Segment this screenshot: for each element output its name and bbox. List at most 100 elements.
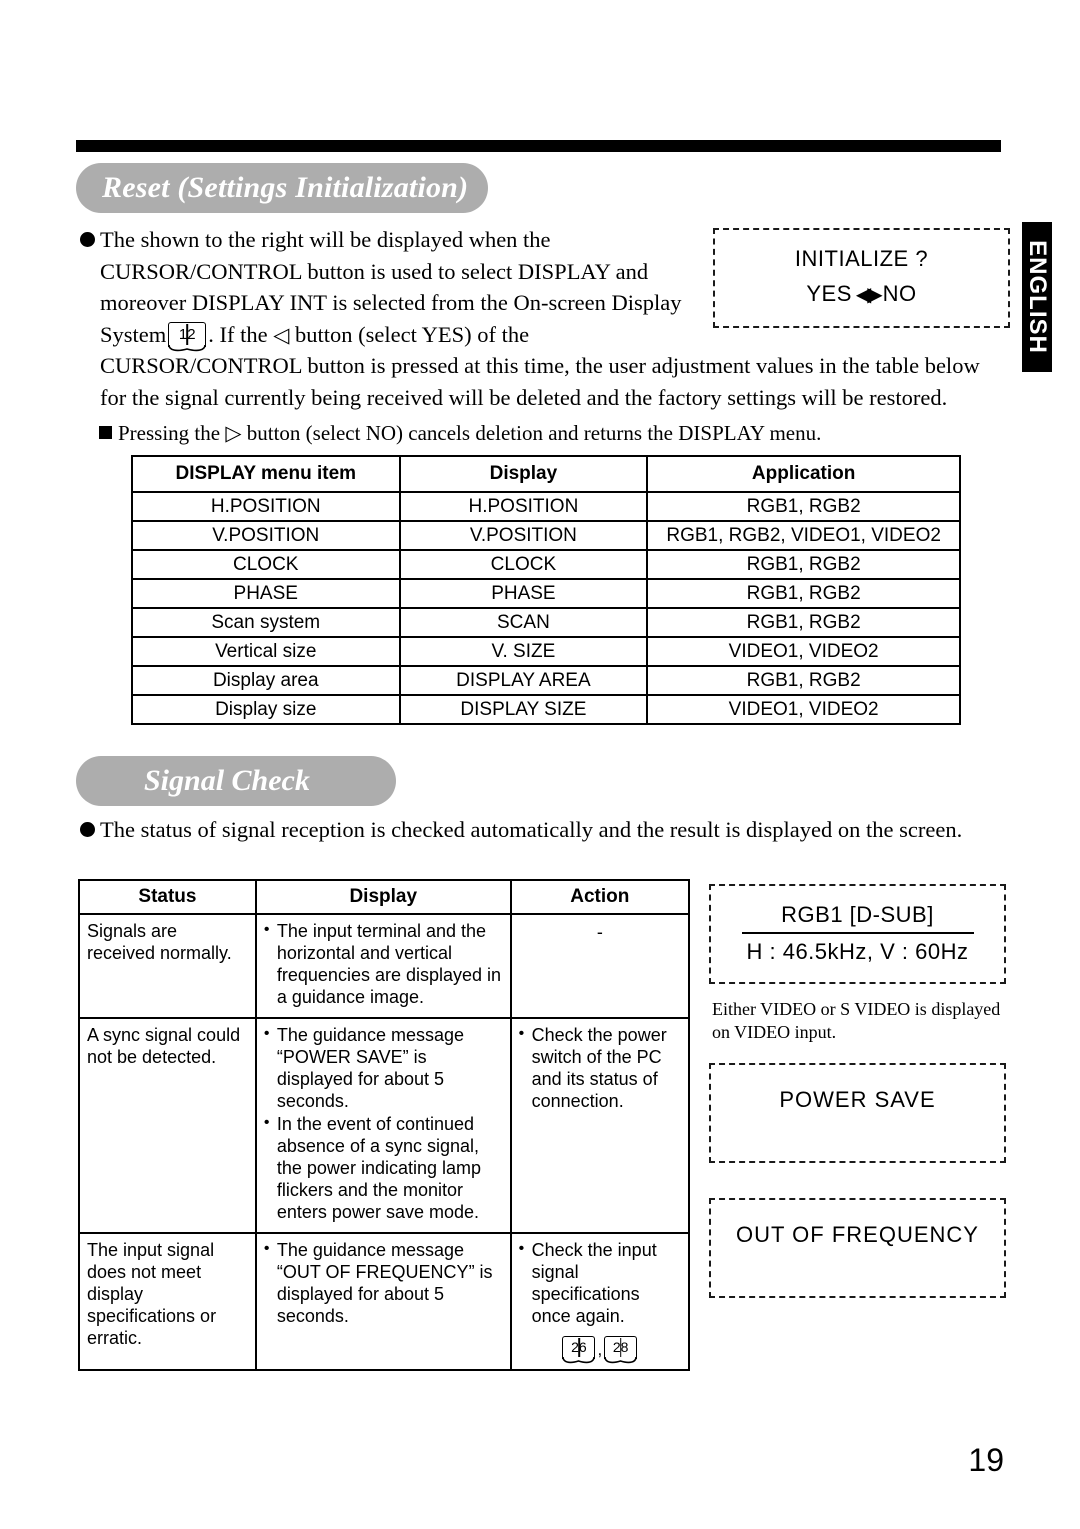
list-item: The guidance message “POWER SAVE” is dis…: [264, 1023, 503, 1112]
osd-rgb1-frequencies: H : 46.5kHz, V : 60Hz: [746, 939, 969, 964]
bullet-dot-icon: [80, 822, 95, 837]
ref-separator: ,: [597, 1340, 603, 1359]
cell-application: VIDEO1, VIDEO2: [646, 694, 961, 725]
table-row: PHASE PHASE RGB1, RGB2: [131, 578, 961, 609]
cell-status: The input signal does not meet display s…: [78, 1232, 257, 1371]
cell-menu-item: Display area: [131, 665, 401, 696]
cell-menu-item: PHASE: [131, 578, 401, 609]
cell-status: A sync signal could not be detected.: [78, 1017, 257, 1234]
table-row: Vertical size V. SIZE VIDEO1, VIDEO2: [131, 636, 961, 667]
section-heading-reset: Reset (Settings Initialization): [76, 163, 488, 213]
cell-menu-item: CLOCK: [131, 549, 401, 580]
table-row: Display area DISPLAY AREA RGB1, RGB2: [131, 665, 961, 696]
osd-box-out-of-frequency: OUT OF FREQUENCY: [709, 1198, 1006, 1298]
section-heading-signal-check: Signal Check: [76, 756, 396, 806]
column-header-display-menu-item: DISPLAY menu item: [131, 455, 401, 493]
reset-note-pre: Pressing the: [118, 421, 221, 445]
osd-yes-label: YES: [806, 281, 852, 306]
signal-check-table: Status Display Action Signals are receiv…: [78, 879, 691, 1371]
table-row: Scan system SCAN RGB1, RGB2: [131, 607, 961, 638]
cell-display: The guidance message “OUT OF FREQUENCY” …: [254, 1232, 512, 1371]
left-triangle-icon: ◁: [273, 322, 290, 347]
osd-yes-no-group: YES ◀▶ NO: [806, 281, 916, 307]
page-reference-row: 26,28: [519, 1336, 681, 1364]
osd-rgb1-divider: [741, 932, 974, 934]
reset-paragraph-2: CURSOR/CONTROL button is pressed at this…: [100, 353, 980, 410]
table-row: V.POSITION V.POSITION RGB1, RGB2, VIDEO1…: [131, 520, 961, 551]
action-bullet-list: Check the input signal specifications on…: [519, 1238, 681, 1327]
page-number: 19: [968, 1442, 1004, 1478]
cell-display: V.POSITION: [398, 520, 649, 551]
reset-note: Pressing the ▷ button (select NO) cancel…: [118, 418, 998, 450]
cell-action: Check the power switch of the PC and its…: [509, 1017, 691, 1234]
column-header-status: Status: [78, 879, 257, 915]
page-ref-icon-28: 28: [604, 1336, 638, 1364]
page-ref-icon-12: 12: [168, 321, 207, 351]
list-item: The input terminal and the horizontal an…: [264, 919, 503, 1008]
cell-menu-item: Vertical size: [131, 636, 401, 667]
cell-menu-item: V.POSITION: [131, 520, 401, 551]
book-pages-icon: [562, 1357, 596, 1364]
list-item: In the event of continued absence of a s…: [264, 1112, 503, 1223]
table-row: Display size DISPLAY SIZE VIDEO1, VIDEO2: [131, 694, 961, 725]
display-bullet-list: The input terminal and the horizontal an…: [264, 919, 503, 1008]
language-tab-english: ENGLISH: [1022, 222, 1052, 372]
cell-display: H.POSITION: [398, 491, 649, 522]
osd-box-initialize: INITIALIZE ? YES ◀▶ NO: [713, 228, 1010, 328]
column-header-action: Action: [509, 879, 691, 915]
osd-box-power-save: POWER SAVE: [709, 1063, 1006, 1163]
right-triangle-icon: ▷: [225, 421, 242, 445]
table-header-row: Status Display Action: [78, 879, 691, 915]
table-row: The input signal does not meet display s…: [78, 1232, 691, 1371]
book-pages-icon: [604, 1357, 637, 1364]
reset-paragraph-1: The shown to the right will be displayed…: [100, 224, 700, 351]
cell-action: -: [509, 913, 691, 1019]
osd-power-save-label: POWER SAVE: [779, 1087, 936, 1112]
bullet-dot-icon: [80, 232, 95, 247]
reset-paragraph-1-cont2: button (select YES) of the: [295, 321, 530, 347]
display-menu-table: DISPLAY menu item Display Application H.…: [131, 455, 961, 725]
cell-display: CLOCK: [398, 549, 649, 580]
book-spine-icon: [578, 1338, 580, 1357]
cell-application: RGB1, RGB2, VIDEO1, VIDEO2: [646, 520, 961, 551]
osd-rgb1-title: RGB1 [D-SUB]: [781, 902, 934, 927]
cell-action: Check the input signal specifications on…: [509, 1232, 691, 1371]
table-row: H.POSITION H.POSITION RGB1, RGB2: [131, 491, 961, 522]
reset-paragraph-1-cont: . If the: [208, 321, 268, 347]
cell-application: RGB1, RGB2: [646, 549, 961, 580]
bullet-square-icon: [99, 426, 112, 439]
osd-no-label: NO: [882, 281, 917, 306]
page-ref-icon-26: 26: [562, 1336, 596, 1364]
osd-out-of-frequency-label: OUT OF FREQUENCY: [736, 1222, 979, 1247]
cell-display: DISPLAY AREA: [398, 665, 649, 696]
osd-initialize-options: YES ◀▶ NO: [715, 281, 1008, 307]
display-bullet-list: The guidance message “OUT OF FREQUENCY” …: [264, 1238, 503, 1327]
cell-menu-item: Scan system: [131, 607, 401, 638]
cell-display: DISPLAY SIZE: [398, 694, 649, 725]
action-bullet-list: Check the power switch of the PC and its…: [519, 1023, 681, 1112]
list-item: Check the power switch of the PC and its…: [519, 1023, 681, 1112]
cell-application: RGB1, RGB2: [646, 491, 961, 522]
reset-note-post: button (select NO) cancels deletion and …: [246, 421, 822, 445]
table-row: Signals are received normally. The input…: [78, 913, 691, 1019]
cell-status: Signals are received normally.: [78, 913, 257, 1019]
column-header-application: Application: [646, 455, 961, 493]
section-heading-reset-label: Reset (Settings Initialization): [102, 171, 469, 204]
osd-box-rgb1: RGB1 [D-SUB] H : 46.5kHz, V : 60Hz: [709, 884, 1006, 984]
display-bullet-list: The guidance message “POWER SAVE” is dis…: [264, 1023, 503, 1223]
osd-initialize-title: INITIALIZE ?: [794, 246, 929, 271]
cell-application: RGB1, RGB2: [646, 578, 961, 609]
cell-application: RGB1, RGB2: [646, 607, 961, 638]
cell-display: The guidance message “POWER SAVE” is dis…: [254, 1017, 512, 1234]
column-header-display: Display: [254, 879, 512, 915]
osd-video-note: Either VIDEO or S VIDEO is displayed on …: [712, 999, 1001, 1042]
table-header-row: DISPLAY menu item Display Application: [131, 455, 961, 493]
header-rule: [76, 140, 1001, 152]
cell-menu-item: Display size: [131, 694, 401, 725]
cell-menu-item: H.POSITION: [131, 491, 401, 522]
cell-application: RGB1, RGB2: [646, 665, 961, 696]
cell-display: The input terminal and the horizontal an…: [254, 913, 512, 1019]
section-heading-signal-check-label: Signal Check: [144, 764, 310, 797]
cell-application: VIDEO1, VIDEO2: [646, 636, 961, 667]
column-header-display: Display: [398, 455, 649, 493]
